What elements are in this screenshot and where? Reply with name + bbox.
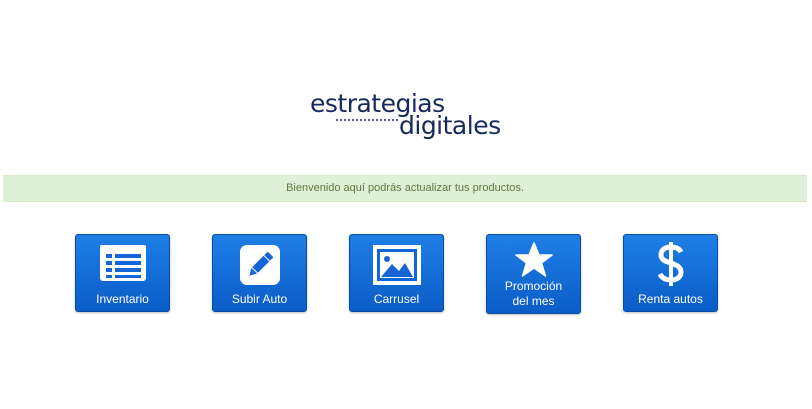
list-icon — [76, 244, 169, 282]
carrusel-label: Carrusel — [373, 292, 420, 306]
inventario-button[interactable]: Inventario — [75, 234, 170, 312]
welcome-banner: Bienvenido aquí podrás actualizar tus pr… — [3, 175, 807, 202]
pencil-icon — [213, 244, 306, 286]
promocion-label-2: del mes — [512, 294, 555, 308]
subir-auto-label: Subir Auto — [231, 292, 288, 306]
welcome-message: Bienvenido aquí podrás actualizar tus pr… — [286, 182, 524, 194]
brand-logo: estrategias digitales — [308, 90, 508, 142]
inventario-label: Inventario — [96, 292, 149, 306]
star-icon — [487, 242, 580, 278]
renta-autos-button[interactable]: Renta autos — [623, 234, 718, 312]
logo-line2: digitales — [399, 111, 501, 140]
promocion-button[interactable]: Promoción del mes — [486, 234, 581, 314]
carrusel-button[interactable]: Carrusel — [349, 234, 444, 312]
picture-icon — [350, 244, 443, 286]
promocion-label-1: Promoción — [504, 279, 563, 293]
subir-auto-button[interactable]: Subir Auto — [212, 234, 307, 312]
logo-dots — [335, 119, 400, 121]
dollar-icon — [624, 241, 717, 287]
renta-autos-label: Renta autos — [638, 292, 703, 306]
